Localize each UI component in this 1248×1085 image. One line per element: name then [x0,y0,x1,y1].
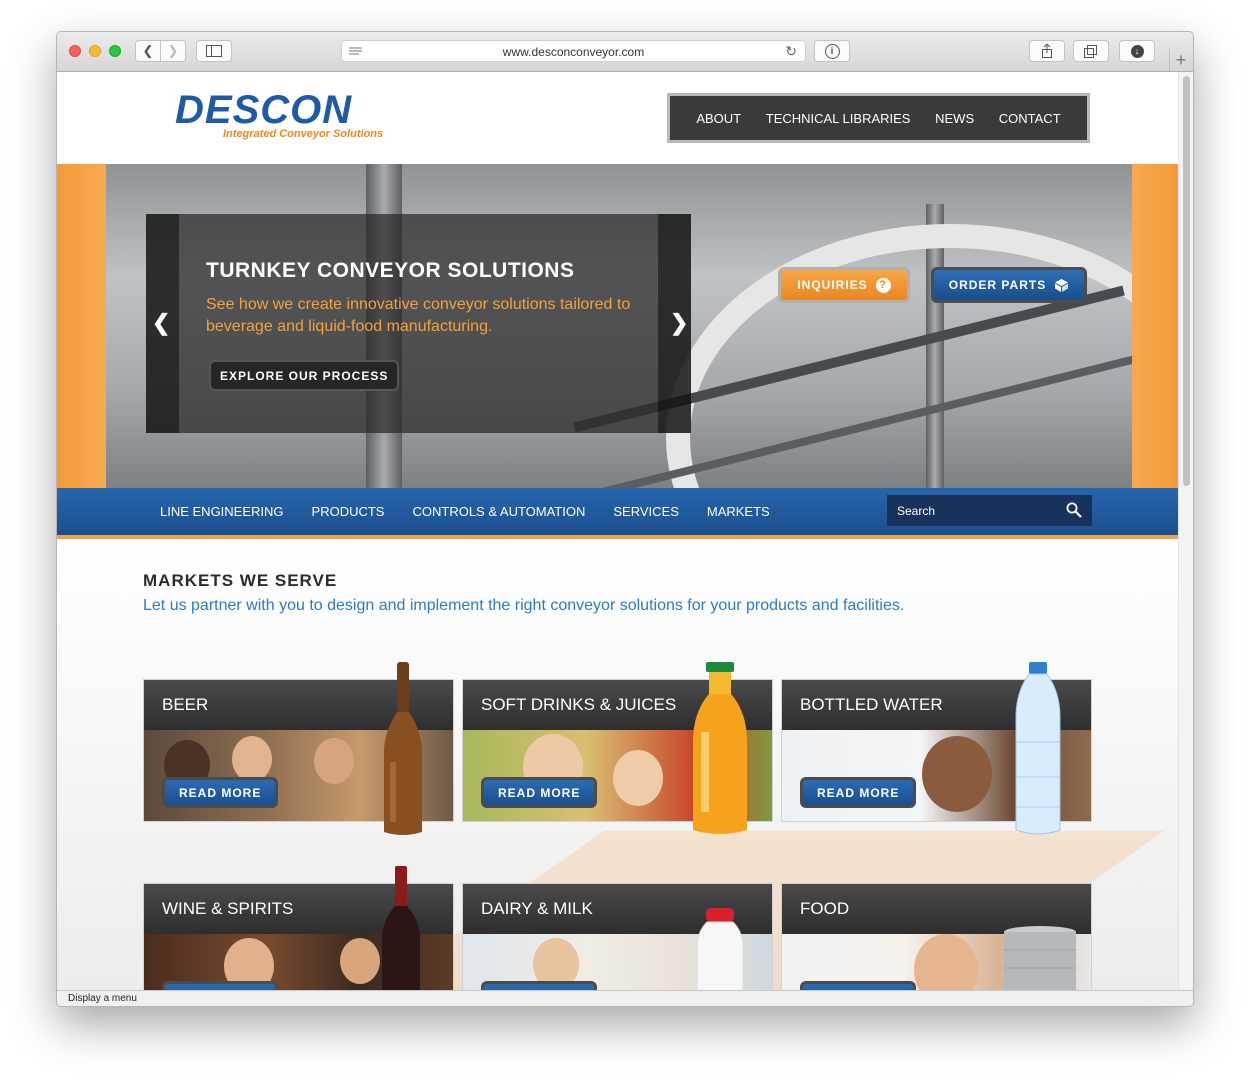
read-more-button[interactable]: READ MORE [162,981,279,990]
site-info-button[interactable]: i [814,40,850,62]
photo-person [232,736,272,782]
main-nav-services[interactable]: SERVICES [613,504,679,519]
share-button[interactable] [1029,40,1065,62]
status-bar: Display a menu [57,990,1193,1006]
search-box [887,495,1092,526]
read-more-button[interactable]: READ MORE [800,981,917,990]
food-can-image [1004,926,1076,990]
scrollbar-thumb[interactable] [1183,76,1190,486]
browser-window: ❮ ❯ www.desconconveyor.com ↻ i ↓ + DESCO… [56,31,1194,1007]
share-icon [1042,44,1052,58]
question-icon: ? [875,277,891,293]
order-parts-button[interactable]: ORDER PARTS [931,267,1087,303]
chevron-right-icon: ❯ [167,43,179,58]
logo-wordmark: DESCON [175,88,353,132]
search-icon[interactable] [1066,502,1082,518]
tabs-overview-button[interactable] [1073,40,1109,62]
top-nav-news[interactable]: NEWS [935,111,974,126]
address-bar[interactable]: www.desconconveyor.com ↻ [341,40,806,62]
status-text: Display a menu [68,993,137,1004]
water-bottle-image [1015,662,1061,835]
search-input[interactable] [887,495,1052,526]
info-icon: i [824,43,840,59]
slider-next-zone[interactable]: ❯ [658,214,691,433]
market-card-dairy-milk[interactable]: DAIRY & MILK READ MORE [462,883,773,990]
market-card-beer[interactable]: BEER READ MORE [143,662,454,835]
sidebar-icon [206,45,222,57]
hero-slider: INQUIRIES ? ORDER PARTS ❮ ❯ TURNKEY CONV… [106,164,1132,488]
browser-toolbar: ❮ ❯ www.desconconveyor.com ↻ i ↓ + [57,32,1193,72]
new-tab-button[interactable]: + [1169,49,1192,71]
hero-title: TURNKEY CONVEYOR SOLUTIONS [206,259,575,282]
market-card-label: BEER [162,695,209,714]
explore-process-button[interactable]: EXPLORE OUR PROCESS [209,360,400,391]
download-icon: ↓ [1130,44,1144,58]
downloads-button[interactable]: ↓ [1119,40,1155,62]
forward-button[interactable]: ❯ [160,40,186,62]
market-card-label: BOTTLED WATER [800,695,943,714]
url-text: www.desconconveyor.com [502,45,645,59]
top-nav-contact[interactable]: CONTACT [999,111,1061,126]
page-scrollbar[interactable] [1178,72,1193,990]
chevron-right-icon: ❯ [670,310,689,335]
market-card-label: FOOD [800,899,850,918]
market-card-label: WINE & SPIRITS [162,899,294,918]
photo-person [922,736,992,812]
slider-prev-zone[interactable]: ❮ [146,214,179,433]
minimize-window-button[interactable] [89,45,101,57]
parts-box-icon [1055,278,1069,292]
main-nav-line-engineering[interactable]: LINE ENGINEERING [160,504,284,519]
descon-logo[interactable]: DESCON Integrated Conveyor Solutions [175,90,383,140]
inquiries-label: INQUIRIES [797,278,868,292]
market-card-food[interactable]: FOOD READ MORE [781,883,1092,990]
tabs-icon [1084,44,1097,58]
top-nav-about[interactable]: ABOUT [696,111,741,126]
close-window-button[interactable] [69,45,81,57]
top-nav: ABOUT TECHNICAL LIBRARIES NEWS CONTACT [667,93,1090,143]
photo-person [314,738,354,784]
main-nav-products[interactable]: PRODUCTS [312,504,385,519]
sidebar-toggle-button[interactable] [196,40,232,62]
main-nav: LINE ENGINEERING PRODUCTS CONTROLS & AUT… [57,488,1178,539]
top-nav-technical-libraries[interactable]: TECHNICAL LIBRARIES [766,111,911,126]
read-more-button[interactable]: READ MORE [800,777,917,808]
main-nav-items: LINE ENGINEERING PRODUCTS CONTROLS & AUT… [160,488,770,535]
chevron-left-icon: ❮ [142,43,154,58]
markets-subtitle: Let us partner with you to design and im… [143,597,905,614]
order-parts-label: ORDER PARTS [948,278,1047,292]
logo-tagline: Integrated Conveyor Solutions [223,128,384,140]
hero-caption: ❮ ❯ TURNKEY CONVEYOR SOLUTIONS See how w… [146,214,691,433]
page-viewport: DESCON Integrated Conveyor Solutions ABO… [57,72,1178,990]
markets-section: MARKETS WE SERVE Let us partner with you… [57,539,1178,990]
juice-bottle-image [693,662,747,834]
markets-title: MARKETS WE SERVE [143,571,338,590]
market-card-label: DAIRY & MILK [481,899,593,918]
chevron-left-icon: ❮ [152,310,171,335]
inquiries-button[interactable]: INQUIRIES ? [778,267,910,303]
market-card-soft-drinks-juices[interactable]: SOFT DRINKS & JUICES READ MORE [462,662,773,834]
milk-bottle-image [696,908,744,990]
main-nav-controls-automation[interactable]: CONTROLS & AUTOMATION [412,504,585,519]
market-card-bottled-water[interactable]: BOTTLED WATER READ MORE [781,662,1092,835]
hero-photo-conveyor-curve [666,224,1132,488]
wine-bottle-image [382,866,420,990]
zoom-window-button[interactable] [109,45,121,57]
reload-icon[interactable]: ↻ [785,43,797,60]
read-more-button[interactable]: READ MORE [481,981,598,990]
read-more-button[interactable]: READ MORE [481,777,598,808]
market-card-wine-spirits[interactable]: WINE & SPIRITS READ MORE [143,866,454,990]
photo-person [613,750,663,806]
read-more-button[interactable]: READ MORE [162,777,279,808]
photo-person [914,934,978,990]
hero-text: See how we create innovative conveyor so… [206,296,631,335]
photo-person [340,938,380,984]
beer-bottle-image [384,662,422,835]
market-card-label: SOFT DRINKS & JUICES [481,695,677,714]
back-button[interactable]: ❮ [135,40,161,62]
main-nav-markets[interactable]: MARKETS [707,504,770,519]
